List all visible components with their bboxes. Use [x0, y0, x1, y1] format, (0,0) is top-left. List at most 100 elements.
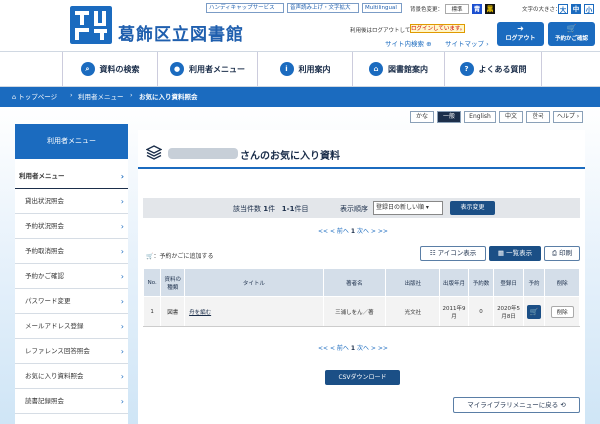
sidebar-item-reference[interactable]: レファレンス回答照会 › [15, 339, 128, 364]
site-search-link[interactable]: サイト内検索 ⊕ [385, 38, 432, 48]
sort-order-select[interactable]: 登録日の新しい順 ▾ [373, 201, 443, 215]
change-display-button[interactable]: 表示変更 [450, 201, 495, 215]
title-underline [138, 167, 585, 169]
page-first-link[interactable]: << [318, 228, 328, 235]
table-header-row: No. 資料の種類 タイトル 著者名 出版社 出版年月 予約数 登録日 予約 削… [142, 268, 580, 297]
help-button[interactable]: ヘルプ › [553, 111, 583, 123]
sidebar-item-label: 予約かご確認 [25, 272, 64, 280]
list-view-button[interactable]: ▦ 一覧表示 [489, 246, 541, 261]
cart-label: 予約かご確認 [554, 36, 588, 42]
bg-blue-button[interactable]: 青 [472, 4, 482, 14]
nav-item-library-info[interactable]: ⌂ 図書館案内 [352, 52, 444, 86]
layers-icon [146, 145, 162, 160]
bg-standard-button[interactable]: 標準 [445, 4, 469, 14]
add-cart-legend: 🛒：予約かごに追加する [146, 251, 214, 260]
breadcrumb-user-menu[interactable]: 利用者メニュー [78, 91, 124, 101]
chevron-right-icon: › [120, 197, 124, 206]
voice-zoom-link[interactable]: 音声読み上げ・文字拡大 [287, 3, 359, 13]
page-prev-link[interactable]: < 前へ [330, 228, 349, 235]
page-prev-link[interactable]: < 前へ [330, 345, 349, 352]
site-header: 葛飾区立図書館 ハンディキャップサービス 音声読み上げ・文字拡大 Multili… [0, 0, 600, 50]
pagination-bottom: << < 前へ 1 次へ > >> [318, 343, 388, 352]
chevron-right-icon: › [120, 322, 124, 331]
lang-chinese-button[interactable]: 中文 [499, 111, 523, 123]
sidebar-item-email[interactable]: メールアドレス登録 › [15, 314, 128, 339]
add-to-cart-button[interactable]: 🛒 [526, 304, 541, 319]
nav-item-label: 図書館案内 [388, 64, 428, 74]
sort-bar: 該当件数 1件 1-1件目 表示順序 登録日の新しい順 ▾ 表示変更 [143, 198, 580, 218]
sidebar-item-password[interactable]: パスワード変更 › [15, 289, 128, 314]
page-title: さんのお気に入り資料 [240, 151, 340, 162]
chevron-right-icon: › [484, 40, 489, 48]
page-next-link[interactable]: 次へ > [357, 345, 376, 352]
chevron-down-icon: ▾ [424, 204, 429, 211]
sidebar-item-loans[interactable]: 貸出状況照会 › [15, 189, 128, 214]
user-name-blurred [168, 148, 238, 159]
help-chevron-icon: › [574, 113, 580, 120]
page-current: 1 [350, 345, 356, 352]
nav-item-user-menu[interactable]: ● 利用者メニュー [157, 52, 257, 86]
logout-button[interactable]: ➜ ログアウト [497, 22, 544, 46]
site-search-label: サイト内検索 [385, 40, 424, 48]
cell-no: 1 [142, 296, 162, 327]
lang-english-button[interactable]: English [464, 111, 496, 123]
font-large-button[interactable]: 大 [558, 4, 568, 14]
chevron-right-icon: › [120, 347, 124, 356]
nav-item-guide[interactable]: i 利用案内 [257, 52, 352, 86]
nav-item-search[interactable]: ⌕ 資料の検索 [62, 52, 157, 86]
nav-item-label: 資料の検索 [99, 64, 140, 74]
sidebar-item-user-menu[interactable]: 利用者メニュー › [15, 164, 128, 189]
count-unit: 件 [268, 205, 276, 213]
csv-download-button[interactable]: CSVダウンロード [325, 370, 400, 385]
main-panel: さんのお気に入り資料 該当件数 1 件 1-1件目 表示順序 登録日の新しい順 ▾… [138, 130, 585, 424]
sidebar-item-label: 読書記録照会 [25, 397, 64, 405]
mylibrary-label: マイライブラリメニューに戻る [467, 401, 559, 409]
reserve-cart-button[interactable]: 🛒 予約かご確認 [548, 22, 595, 46]
multilingual-link[interactable]: Multilingual [362, 3, 402, 13]
sidebar-item-label: メールアドレス登録 [25, 322, 84, 330]
sidebar-item-cart[interactable]: 予約かご確認 › [15, 264, 128, 289]
sidebar-item-cancellations[interactable]: 予約取消照会 › [15, 239, 128, 264]
print-button[interactable]: ⎙ 印刷 [544, 246, 580, 261]
info-icon: i [279, 62, 294, 76]
breadcrumb: ⌂ トップページ › 利用者メニュー › お気に入り資料照会 [0, 87, 600, 107]
sidebar-item-favorites[interactable]: お気に入り資料照会 › [15, 364, 128, 389]
breadcrumb-home[interactable]: ⌂ トップページ [12, 91, 57, 101]
chevron-right-icon: › [120, 297, 124, 306]
nav-item-label: 利用者メニュー [189, 64, 245, 74]
cell-author: 三浦しをん／著 [322, 296, 387, 327]
mylibrary-menu-button[interactable]: マイライブラリメニューに戻る ⟲ [453, 397, 580, 413]
handicap-service-link[interactable]: ハンディキャップサービス [206, 3, 284, 13]
count-label: 該当件数 [233, 205, 261, 213]
font-medium-button[interactable]: 中 [571, 4, 581, 14]
icon-view-button[interactable]: ☷ アイコン表示 [420, 246, 486, 261]
sidebar-item-reading-log[interactable]: 読書記録照会 › [15, 389, 128, 414]
lang-kana-button[interactable]: かな [410, 111, 434, 123]
help-label: ヘルプ [556, 113, 575, 120]
login-status-badge: ログインしています。 [410, 24, 466, 33]
font-small-button[interactable]: 小 [584, 4, 594, 14]
sitemap-link[interactable]: サイトマップ › [445, 38, 489, 48]
col-registered: 登録日 [493, 268, 524, 297]
sidebar-item-label: 貸出状況照会 [25, 197, 64, 205]
lang-general-button[interactable]: 一般 [437, 111, 461, 123]
page-next-link[interactable]: 次へ > [357, 228, 376, 235]
sitemap-label: サイトマップ [445, 40, 484, 48]
nav-item-faq[interactable]: ? よくある質問 [444, 52, 542, 86]
delete-button[interactable]: 削除 [550, 305, 574, 318]
sort-order-label: 表示順序 [340, 205, 368, 213]
sidebar-item-reservations[interactable]: 予約状況照会 › [15, 214, 128, 239]
pagination-top: << < 前へ 1 次へ > >> [318, 226, 388, 235]
chevron-right-icon: › [120, 222, 124, 231]
cart-icon: 🛒 [566, 24, 577, 33]
page-last-link[interactable]: >> [378, 228, 388, 235]
lang-korean-button[interactable]: 한국 [526, 111, 550, 123]
library-logo-icon[interactable] [70, 6, 112, 44]
site-title[interactable]: 葛飾区立図書館 [118, 20, 244, 45]
cell-title-link[interactable]: 舟を編む [184, 296, 324, 327]
bg-black-button[interactable]: 黒 [485, 4, 495, 14]
col-type: 資料の種類 [160, 268, 186, 297]
cell-delete: 削除 [544, 296, 580, 327]
page-last-link[interactable]: >> [378, 345, 388, 352]
page-first-link[interactable]: << [318, 345, 328, 352]
